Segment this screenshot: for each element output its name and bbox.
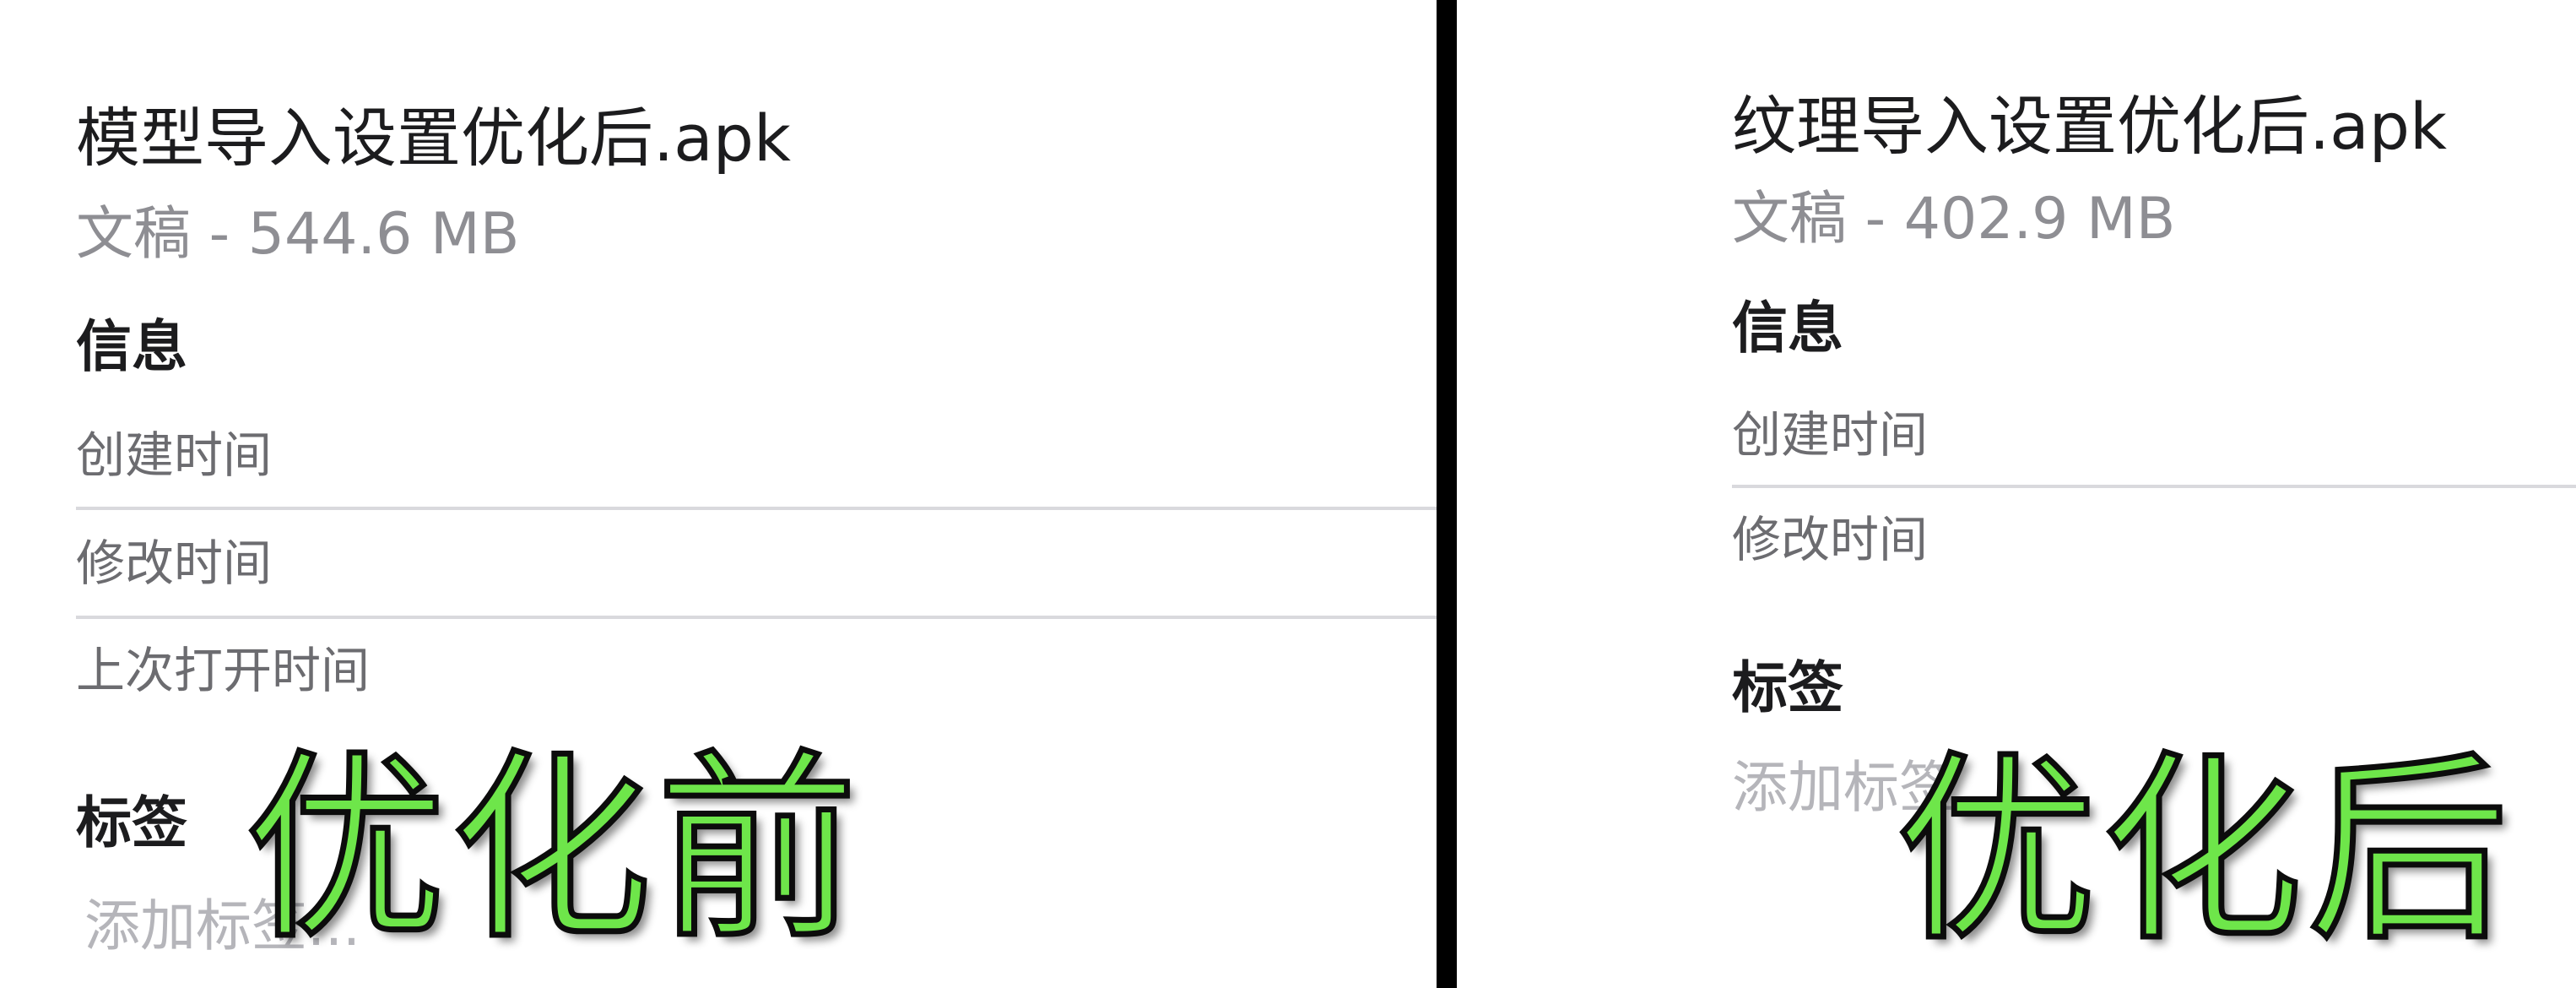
after-info-panel: 纹理导入设置优化后.apk 文稿 - 402.9 MB 信息 创建时间 修改时间… [1457, 0, 2576, 988]
before-info-panel: 模型导入设置优化后.apk 文稿 - 544.6 MB 信息 创建时间 修改时间… [0, 0, 1437, 988]
before-overlay-label: 优化前 [242, 733, 863, 967]
info-row-last-opened: 上次打开时间 [76, 642, 371, 699]
file-subtitle: 文稿 - 402.9 MB [1732, 186, 2176, 252]
tags-section-heading: 标签 [1732, 655, 1843, 720]
info-row-created: 创建时间 [1732, 406, 1929, 464]
tags-section-heading: 标签 [76, 790, 187, 855]
info-row-created: 创建时间 [76, 426, 273, 484]
center-divider [1437, 0, 1457, 988]
info-row-modified: 修改时间 [1732, 511, 1929, 568]
file-title: 模型导入设置优化后.apk [76, 100, 791, 176]
row-divider [76, 616, 1437, 619]
row-divider [1732, 485, 2576, 488]
row-divider [76, 507, 1437, 510]
file-subtitle: 文稿 - 544.6 MB [76, 201, 520, 268]
after-overlay-label: 优化后 [1893, 735, 2514, 969]
info-section-heading: 信息 [76, 314, 187, 379]
info-section-heading: 信息 [1732, 296, 1843, 361]
info-row-modified: 修改时间 [76, 535, 273, 592]
comparison-canvas: 模型导入设置优化后.apk 文稿 - 544.6 MB 信息 创建时间 修改时间… [0, 0, 2576, 988]
file-title: 纹理导入设置优化后.apk [1732, 89, 2447, 164]
